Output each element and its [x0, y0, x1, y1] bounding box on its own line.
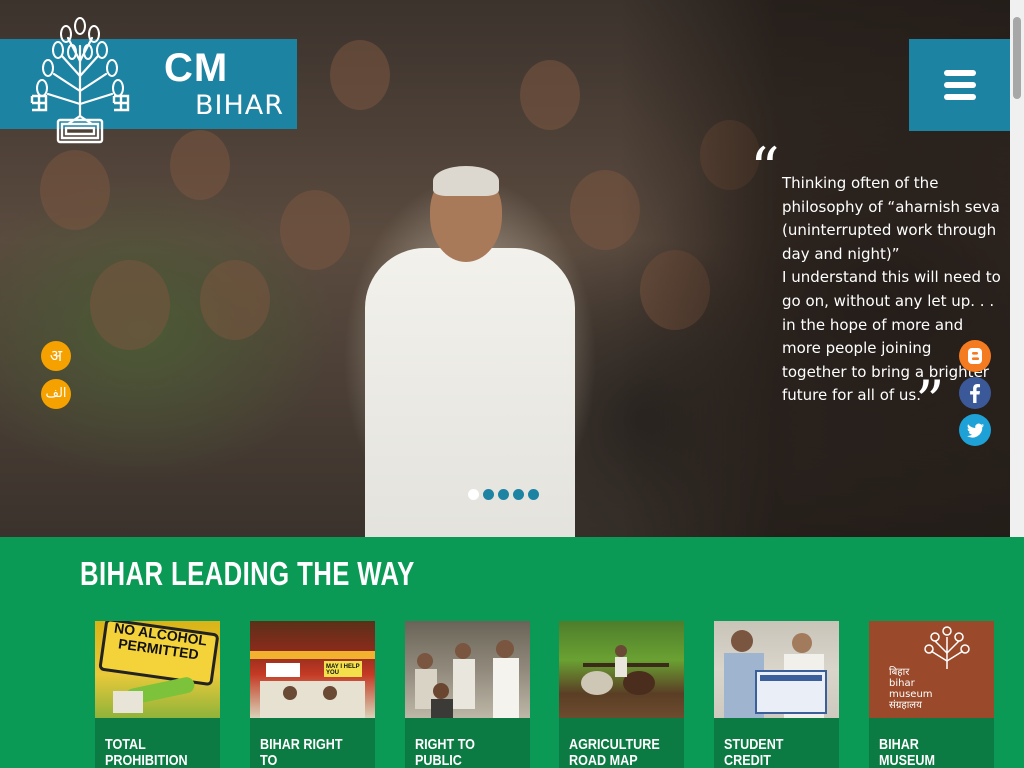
help-sign-text: MAY I HELP YOU — [326, 664, 360, 676]
hindi-language-button[interactable]: अ — [41, 341, 71, 371]
twitter-icon[interactable] — [959, 414, 991, 446]
leading-the-way-section: BIHAR LEADING THE WAY NO ALCOHOL PERMITT… — [0, 537, 1024, 768]
slider-dot-4[interactable] — [513, 489, 524, 500]
slider-dot-3[interactable] — [498, 489, 509, 500]
logo-cm-text: CM — [164, 46, 229, 90]
quote-open-mark: “ — [750, 135, 780, 203]
hamburger-bar — [944, 94, 976, 100]
slider-dot-2[interactable] — [483, 489, 494, 500]
slider-dot-5[interactable] — [528, 489, 539, 500]
hero-person-image — [365, 166, 575, 537]
card-label: TOTAL PROHIBITION OF — [105, 736, 188, 768]
blogger-icon[interactable] — [959, 340, 991, 372]
facebook-icon[interactable] — [959, 377, 991, 409]
section-title: BIHAR LEADING THE WAY — [80, 555, 415, 592]
scrollbar-thumb[interactable] — [1013, 17, 1021, 99]
slider-dot-1[interactable] — [468, 489, 479, 500]
card-label: STUDENT CREDIT CARD SCHEME — [724, 736, 784, 768]
card-label: BIHAR MUSEUM — [879, 736, 936, 768]
quote-close-mark: ” — [915, 368, 945, 436]
card-label: BIHAR RIGHT TO PUBLIC SERVICES — [260, 736, 343, 768]
card-right-to-public-services[interactable]: MAY I HELP YOU BIHAR RIGHT TO PUBLIC SER… — [250, 621, 375, 768]
card-label: AGRICULTURE ROAD MAP 2017 - — [569, 736, 660, 768]
hero-quote: Thinking often of the philosophy of “aha… — [782, 174, 1001, 405]
bodhi-tree-logo-icon — [30, 17, 130, 144]
urdu-language-button[interactable]: الف — [41, 379, 71, 409]
bullock-plough-image — [559, 621, 684, 718]
card-agriculture-road-map[interactable]: AGRICULTURE ROAD MAP 2017 - — [559, 621, 684, 768]
hamburger-bar — [944, 82, 976, 88]
hamburger-menu-button[interactable] — [909, 39, 1010, 131]
no-alcohol-image: NO ALCOHOL PERMITTED — [95, 621, 220, 718]
page-scrollbar[interactable] — [1010, 0, 1024, 537]
page: “ Thinking often of the philosophy of “a… — [0, 0, 1024, 768]
card-student-credit-card[interactable]: STUDENT CREDIT CARD SCHEME — [714, 621, 839, 768]
card-total-prohibition[interactable]: NO ALCOHOL PERMITTED TOTAL PROHIBITION O… — [95, 621, 220, 768]
grievance-meeting-image — [405, 621, 530, 718]
museum-logo-text: बिहार bihar museum संग्रहालय — [889, 667, 933, 711]
service-counter-image: MAY I HELP YOU — [250, 621, 375, 718]
logo-bihar-text: BIHAR — [195, 90, 285, 121]
bihar-museum-logo-image: बिहार bihar museum संग्रहालय — [869, 621, 994, 718]
credit-card-handover-image — [714, 621, 839, 718]
hamburger-menu-icon — [944, 70, 976, 76]
card-right-to-public-grievance[interactable]: RIGHT TO PUBLIC GRIEVANCE — [405, 621, 530, 768]
card-label: RIGHT TO PUBLIC GRIEVANCE — [415, 736, 475, 768]
card-bihar-museum[interactable]: बिहार bihar museum संग्रहालय BIHAR MUSEU… — [869, 621, 994, 768]
